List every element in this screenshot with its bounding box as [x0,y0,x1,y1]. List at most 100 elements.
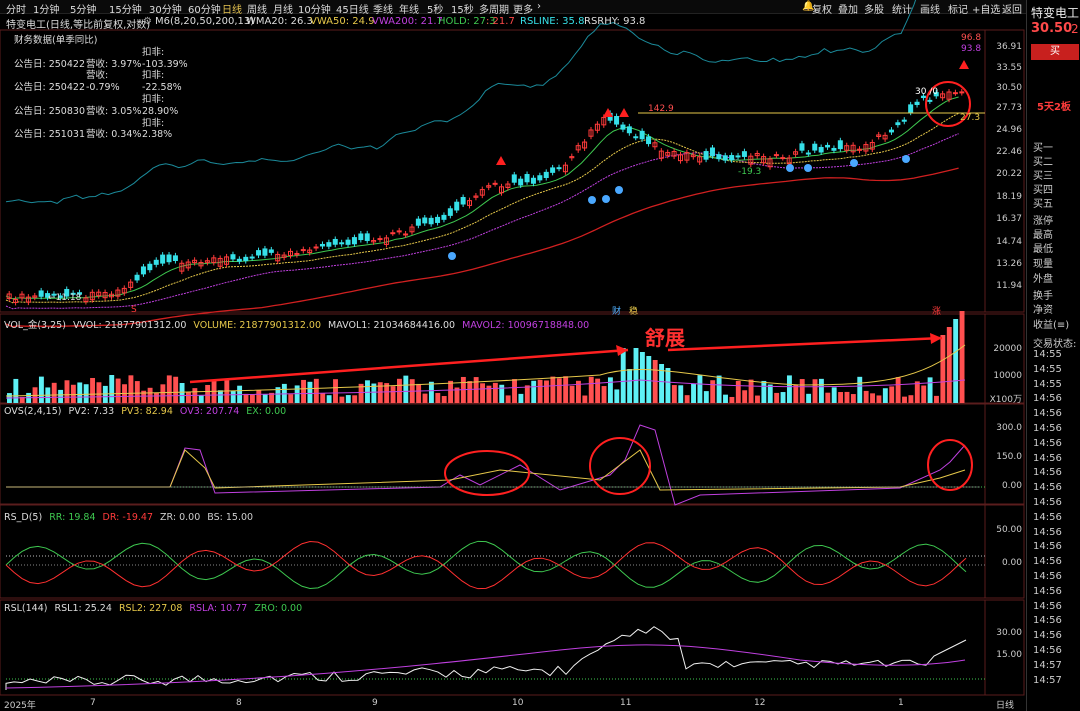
finance-panel: 财务数据(单季同比) 公告日: 250422营收: 3.97%扣非: -103.… [14,35,192,141]
event-marker-limitup[interactable]: 涨 [932,304,941,317]
event-marker-stable[interactable]: 稳 [629,304,638,317]
volume-bar [377,382,383,403]
volume-bar [467,381,473,403]
fin-date: 公告日: 251031 [14,129,85,141]
tick-time: 14:56 [1033,585,1062,597]
signal-dot [615,186,623,194]
candle [230,254,236,260]
volume-bar [243,393,249,403]
candle [530,177,536,184]
candle [550,167,556,173]
volume-bar [90,377,96,403]
stock-title: 特变电工(日线,等比前复权,对数) [6,20,151,31]
buy-button[interactable]: 买 [1031,44,1079,60]
volume-bar [825,392,831,403]
volume-bar [556,378,562,403]
candle [735,155,741,158]
ovs-tick: 150.0 [996,452,1022,462]
volume-bar [953,319,959,403]
fin-rev: 营收: 3.97% [86,58,142,70]
event-marker-s[interactable]: S [131,305,137,315]
volume-bar [166,375,172,403]
event-marker-finance[interactable]: 财 [612,304,621,317]
stretch-annotation: 舒展 [645,326,685,350]
candle [396,230,402,233]
candle [537,175,543,181]
quote-item: 收益(≡) [1033,320,1070,331]
volume-bar [639,352,645,403]
arrow-head [930,333,942,344]
price-tick: 30.50 [996,83,1022,93]
price-tick: 20.22 [996,169,1022,179]
side-stock-name: 特变电工 [1031,6,1080,20]
volume-bar [96,382,102,403]
rsl2-value: RSL2: 227.08 [118,603,183,614]
candle [927,99,933,102]
volume-bar [333,379,338,403]
volume-bar [435,392,441,403]
volume-bar [249,394,255,403]
tick-time: 14:56 [1033,467,1062,479]
x-tick: 11 [620,698,632,708]
volume-bar [646,356,652,403]
candle [511,174,517,183]
volume-bar [205,384,211,403]
settings-icon[interactable]: ⚙ [143,16,152,27]
signal-triangle [603,108,613,117]
rsd-header: RS_D(5) RR: 19.84 DR: -19.47 ZR: 0.00 BS… [4,512,257,523]
volume-bar [607,377,613,403]
candle [646,136,652,145]
tick-time: 14:55 [1033,378,1062,390]
volume-bar [13,378,19,403]
volume-bar [499,384,505,403]
tick-time: 14:57 [1033,674,1062,686]
volume-bar [390,386,396,403]
volume-bar [614,389,620,403]
volume-bar [51,382,57,403]
candle [780,157,786,160]
quote-item: 净资 [1033,305,1053,316]
candle [492,182,498,185]
dip-label: -19.3 [738,167,762,177]
tick-time: 14:56 [1033,571,1062,582]
volume-bar [588,376,594,403]
volume-bar [544,380,549,403]
signal-triangle [959,60,969,69]
x-tick: 8 [236,698,242,708]
candle [799,143,805,151]
rsl-tick: 30.00 [996,628,1022,638]
candle [160,254,166,264]
price-tick: 22.46 [996,147,1022,157]
volume-bar [799,379,805,403]
volume-bar [326,395,332,403]
volume-bar [857,376,863,403]
quote-item: 最高 [1033,230,1053,241]
tick-time: 14:56 [1033,541,1062,553]
ov3-value: OV3: 207.74 [179,406,240,417]
volume-bar [512,379,517,403]
dr-value: DR: -19.47 [102,512,154,523]
tick-time: 14:56 [1033,630,1062,642]
volume-bar [128,375,134,403]
candle [358,233,364,241]
price-tick: 18.19 [996,192,1022,202]
volume-bar [812,379,818,403]
candle [626,126,632,134]
volume-bar [109,375,115,403]
volume-bar [601,386,607,403]
volume-bar [934,395,939,403]
vwa50-value: VWA50: 24.9 [310,16,375,27]
candle [319,243,325,247]
price-tick: 36.91 [996,42,1022,52]
candle [952,92,958,95]
candle [166,254,172,263]
volume-bar [134,381,140,403]
volume-bar [288,394,294,403]
volume-bar [83,384,89,403]
quote-item: 买四 [1033,185,1053,196]
candle [256,250,262,256]
fin-np: 扣非: 28.90% [142,93,179,117]
candle [172,255,178,261]
quote-item: 买三 [1033,171,1053,182]
fin-rev: 营收: 0.34% [86,129,142,141]
